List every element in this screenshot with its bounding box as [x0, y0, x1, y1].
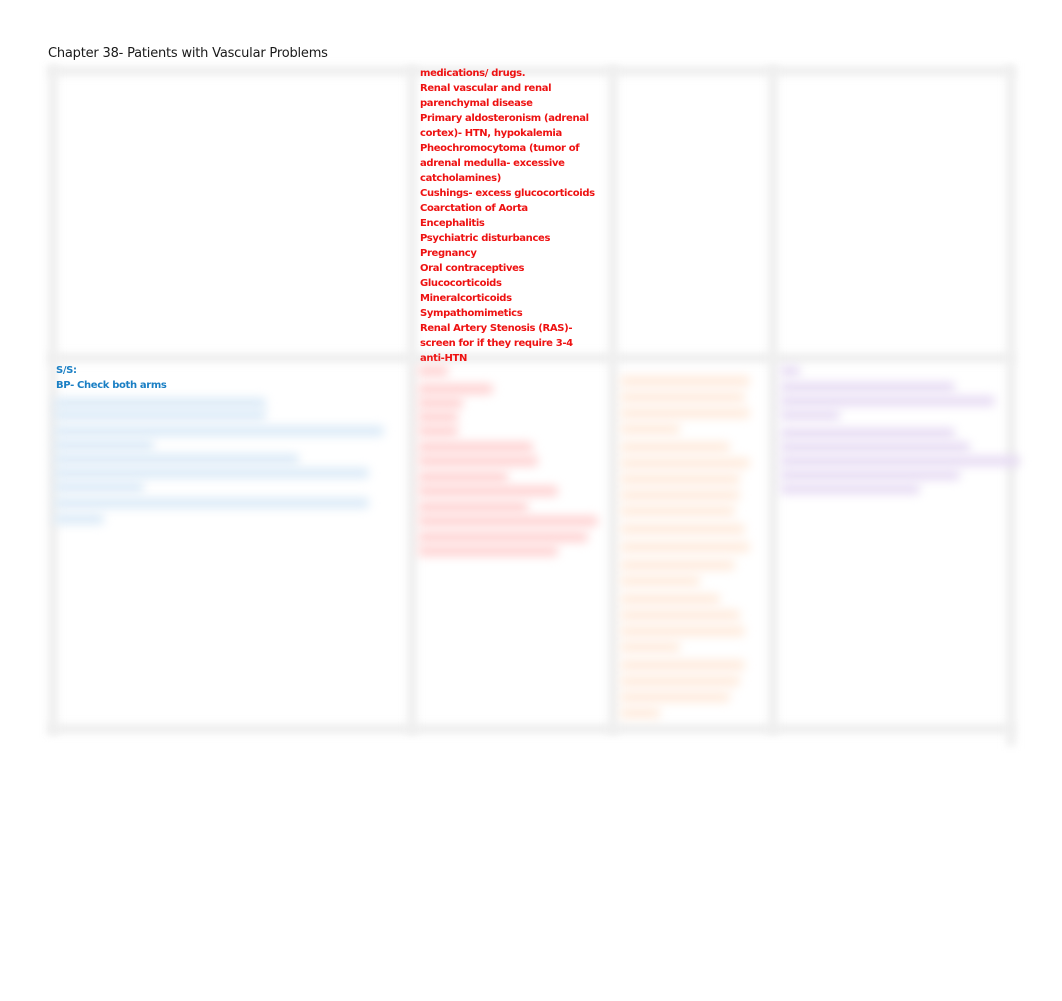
notes-table: medications/ drugs. Renal vascular and r… [48, 64, 1020, 746]
cause-item: Renal Artery Stenosis (RAS)- screen for … [420, 323, 573, 364]
cause-item: Primary aldosteronism (adrenal cortex)- … [420, 113, 589, 139]
cause-item: Encephalitis [420, 218, 485, 229]
cause-item: medications/ drugs. [420, 68, 526, 79]
cause-item: Oral contraceptives [420, 263, 525, 274]
cause-item: Sympathomimetics [420, 308, 523, 319]
cause-item: Renal vascular and renal parenchymal dis… [420, 83, 552, 109]
table-column-divider-2 [608, 66, 618, 734]
document-title: Chapter 38- Patients with Vascular Probl… [48, 46, 328, 61]
signs-item: BP- Check both arms [56, 380, 167, 391]
table-border-bottom [48, 724, 1014, 734]
cause-item: Mineralcorticoids [420, 293, 512, 304]
cause-item: Psychiatric disturbances [420, 233, 551, 244]
signs-symptoms-cell: S/S: BP- Check both arms [50, 361, 400, 395]
table-border-right [1006, 66, 1016, 746]
cause-item: Pheochromocytoma (tumor of adrenal medul… [420, 143, 580, 184]
cause-item: Coarctation of Aorta [420, 203, 528, 214]
cause-item: Cushings- excess glucocorticoids [420, 188, 595, 199]
cause-item: Pregnancy [420, 248, 477, 259]
cause-item: Glucocorticoids [420, 278, 502, 289]
signs-heading: S/S: [56, 365, 77, 376]
table-column-divider-3 [768, 66, 778, 734]
causes-list: medications/ drugs. Renal vascular and r… [414, 64, 604, 368]
